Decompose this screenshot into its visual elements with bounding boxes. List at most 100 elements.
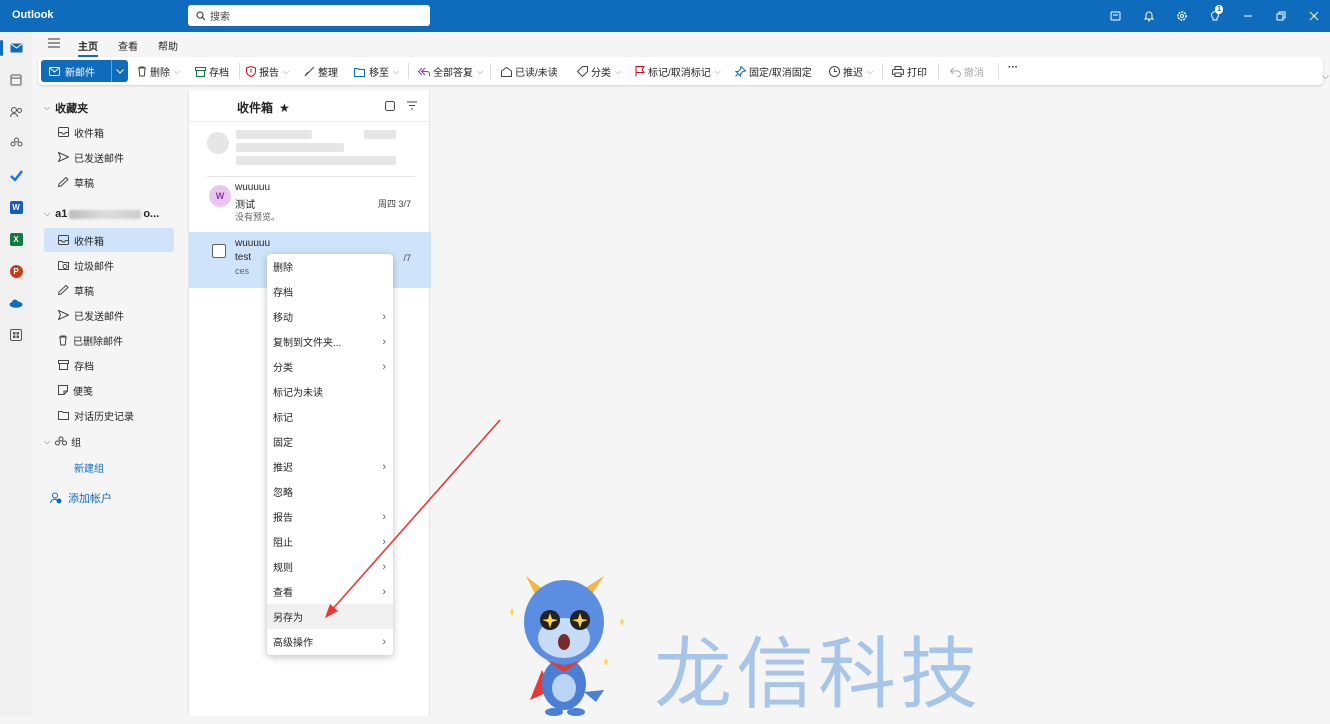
delete-button[interactable]: 删除 ⌵ <box>137 64 180 79</box>
message-preview: 没有预览。 <box>235 212 281 222</box>
tab-view[interactable]: 查看 <box>118 38 138 53</box>
favorites-item-drafts[interactable]: 草稿 <box>44 170 174 194</box>
account-item-notes[interactable]: 便笺 <box>44 378 174 402</box>
chevron-right-icon: › <box>382 585 386 598</box>
account-item-deleted[interactable]: 已删除邮件 <box>44 328 174 352</box>
add-account-link[interactable]: 添加帐户 <box>50 490 112 506</box>
trash-icon <box>138 66 146 77</box>
account-item-junk[interactable]: 垃圾邮件 <box>44 253 174 277</box>
account-item-sent[interactable]: 已发送邮件 <box>44 303 174 327</box>
tips-lightbulb-icon[interactable]: 1 <box>1198 0 1231 32</box>
print-button[interactable]: 打印 <box>892 64 927 79</box>
new-mail-button[interactable]: 新邮件 <box>41 60 128 82</box>
account-item-drafts[interactable]: 草稿 <box>44 278 174 302</box>
favorite-star-icon[interactable]: ★ <box>279 101 290 115</box>
message-checkbox[interactable] <box>212 244 226 258</box>
message-date: /7 <box>403 253 411 263</box>
flag-button[interactable]: 标记/取消标记 ⌵ <box>635 64 721 79</box>
tab-help[interactable]: 帮助 <box>158 38 178 53</box>
more-apps-icon[interactable] <box>0 321 32 349</box>
account-item-inbox[interactable]: 收件箱 <box>44 228 174 252</box>
search-placeholder: 搜索 <box>210 12 230 23</box>
groups-header[interactable]: ⌵ 组 <box>44 434 81 449</box>
context-menu-item-flag[interactable]: 标记 <box>267 404 393 429</box>
context-menu-item-pin[interactable]: 固定 <box>267 429 393 454</box>
groups-label: 组 <box>71 438 82 449</box>
context-menu-item-rules[interactable]: 规则 › <box>267 554 393 579</box>
more-options-button[interactable]: ··· <box>1008 62 1018 73</box>
undo-button[interactable]: 撤消 <box>950 64 984 79</box>
context-menu-item-view[interactable]: 查看 › <box>267 579 393 604</box>
mail-icon[interactable] <box>0 34 32 62</box>
archive-icon <box>58 360 69 370</box>
close-icon[interactable] <box>1297 0 1330 32</box>
people-icon[interactable] <box>0 98 32 126</box>
new-group-link[interactable]: 新建组 <box>74 460 104 475</box>
menu-item-label: 高级操作 <box>273 638 313 649</box>
calendar-icon[interactable] <box>0 66 32 94</box>
pin-button[interactable]: 固定/取消固定 <box>735 64 812 79</box>
send-icon <box>58 152 69 162</box>
folder-label: 草稿 <box>74 286 94 298</box>
folder-label: 存档 <box>74 361 94 373</box>
hamburger-menu-icon[interactable] <box>48 38 60 51</box>
menu-item-label: 查看 <box>273 588 293 599</box>
account-item-conversation-history[interactable]: 对话历史记录 <box>44 403 174 427</box>
tab-home[interactable]: 主页 <box>78 38 98 57</box>
sweep-button[interactable]: 整理 <box>304 64 338 79</box>
favorites-header[interactable]: ⌵ 收藏夹 <box>44 100 88 116</box>
bell-icon[interactable] <box>1132 0 1165 32</box>
context-menu-item-report[interactable]: 报告 › <box>267 504 393 529</box>
settings-gear-icon[interactable] <box>1165 0 1198 32</box>
context-menu-item-archive[interactable]: 存档 <box>267 279 393 304</box>
context-menu-item-delete[interactable]: 删除 <box>267 254 393 279</box>
sweep-label: 整理 <box>318 68 338 79</box>
filter-icon[interactable] <box>407 101 417 113</box>
ribbon-expand-chevron-icon[interactable]: ⌵ <box>1322 71 1329 82</box>
context-menu-item-save-as[interactable]: 另存为 <box>267 604 393 629</box>
todo-check-icon[interactable] <box>0 161 32 189</box>
context-menu-item-ignore[interactable]: 忽略 <box>267 479 393 504</box>
categorize-label: 分类 <box>591 68 611 79</box>
read-unread-label: 已读/未读 <box>515 68 558 79</box>
excel-icon[interactable]: X <box>0 225 32 253</box>
read-unread-button[interactable]: 已读/未读 <box>501 64 558 79</box>
new-mail-dropdown-chevron-icon[interactable] <box>111 60 128 82</box>
move-to-button[interactable]: 移至 ⌵ <box>354 64 399 79</box>
search-input[interactable]: 搜索 <box>188 5 430 26</box>
menu-item-label: 忽略 <box>273 488 293 499</box>
context-menu-item-snooze[interactable]: 推迟 › <box>267 454 393 479</box>
context-menu-item-mark-unread[interactable]: 标记为未读 <box>267 379 393 404</box>
menu-item-label: 标记为未读 <box>273 388 323 399</box>
pencil-icon <box>58 177 69 187</box>
reply-all-button[interactable]: 全部答复 ⌵ <box>418 64 483 79</box>
minimize-icon[interactable] <box>1231 0 1264 32</box>
report-button[interactable]: 报告 ⌵ <box>246 64 289 79</box>
flag-label: 标记/取消标记 <box>648 68 711 79</box>
categorize-button[interactable]: 分类 ⌵ <box>577 64 621 79</box>
favorites-item-sent[interactable]: 已发送邮件 <box>44 145 174 169</box>
account-header[interactable]: ⌵ a1 o... <box>44 208 159 220</box>
menu-item-label: 移动 <box>273 313 293 324</box>
snooze-button[interactable]: 推迟 ⌵ <box>829 64 873 79</box>
account-item-archive[interactable]: 存档 <box>44 353 174 377</box>
message-item[interactable]: W wuuuuu 测试 周四 3/7 没有预览。 <box>189 178 431 228</box>
groups-icon[interactable] <box>0 129 32 157</box>
favorites-item-inbox[interactable]: 收件箱 <box>44 120 174 144</box>
account-label-start: a1 <box>55 208 68 220</box>
message-date: 周四 3/7 <box>377 199 411 209</box>
compose-note-icon[interactable] <box>1099 0 1132 32</box>
context-menu-item-move[interactable]: 移动 › <box>267 304 393 329</box>
word-icon[interactable]: W <box>0 193 32 221</box>
context-menu-item-block[interactable]: 阻止 › <box>267 529 393 554</box>
archive-button[interactable]: 存档 <box>195 64 229 79</box>
restore-icon[interactable] <box>1264 0 1297 32</box>
select-mode-icon[interactable] <box>385 101 395 114</box>
onedrive-icon[interactable] <box>0 289 32 317</box>
context-menu-item-copy-to-folder[interactable]: 复制到文件夹... › <box>267 329 393 354</box>
powerpoint-icon[interactable]: P <box>0 257 32 285</box>
context-menu-item-categorize[interactable]: 分类 › <box>267 354 393 379</box>
context-menu-item-advanced-actions[interactable]: 高级操作 › <box>267 629 393 654</box>
folder-label: 已删除邮件 <box>73 336 123 348</box>
menu-item-label: 另存为 <box>273 613 303 624</box>
